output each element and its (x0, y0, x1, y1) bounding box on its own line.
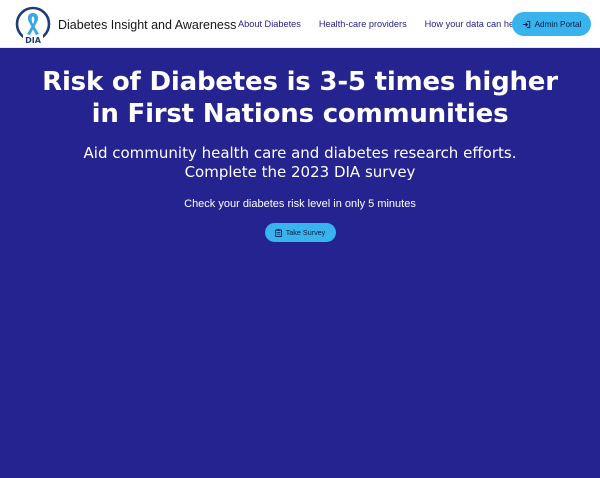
clipboard-icon (274, 228, 282, 237)
nav-link-how-your-data-can-help[interactable]: How your data can help (425, 19, 522, 29)
logo-text: DIA (25, 36, 42, 45)
hero-title: Risk of Diabetes is 3-5 times higher in … (42, 67, 558, 129)
page: DIA Diabetes Insight and Awareness About… (0, 0, 600, 478)
take-survey-label: Take Survey (285, 228, 326, 237)
nav-link-about-diabetes[interactable]: About Diabetes (238, 19, 301, 29)
login-icon (522, 20, 531, 29)
nav-link-health-care-providers[interactable]: Health-care providers (319, 19, 407, 29)
top-navbar: DIA Diabetes Insight and Awareness About… (0, 0, 600, 48)
hero-section: Risk of Diabetes is 3-5 times higher in … (0, 48, 600, 242)
hero-note: Check your diabetes risk level in only 5… (184, 198, 416, 210)
brand-title: Diabetes Insight and Awareness (58, 18, 237, 32)
admin-portal-label: Admin Portal (534, 19, 582, 29)
brand-home-link[interactable]: DIA Diabetes Insight and Awareness (14, 4, 236, 46)
hero-subtitle-line-2: Complete the 2023 DIA survey (184, 163, 416, 181)
take-survey-button[interactable]: Take Survey (264, 223, 336, 242)
admin-portal-button[interactable]: Admin Portal (512, 12, 591, 36)
dia-ribbon-logo: DIA (14, 4, 52, 46)
hero-subtitle-line-1: Aid community health care and diabetes r… (83, 144, 517, 162)
nav-links: About Diabetes Health-care providers How… (228, 0, 529, 48)
hero-subtitle: Aid community health care and diabetes r… (40, 144, 560, 182)
